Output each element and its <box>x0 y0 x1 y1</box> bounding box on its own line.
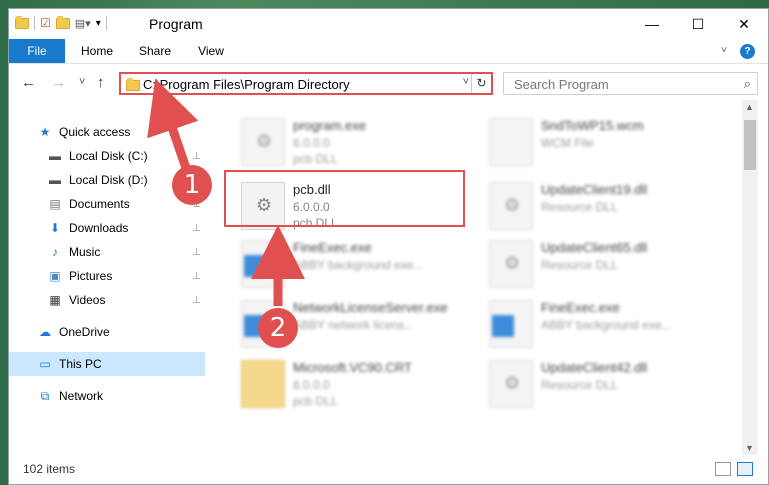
arrow-to-address-bar <box>147 78 199 170</box>
annotation-arrows <box>147 78 305 306</box>
annotation-badge-2: 2 <box>258 308 298 348</box>
annotation-badge-1: 1 <box>172 165 212 205</box>
